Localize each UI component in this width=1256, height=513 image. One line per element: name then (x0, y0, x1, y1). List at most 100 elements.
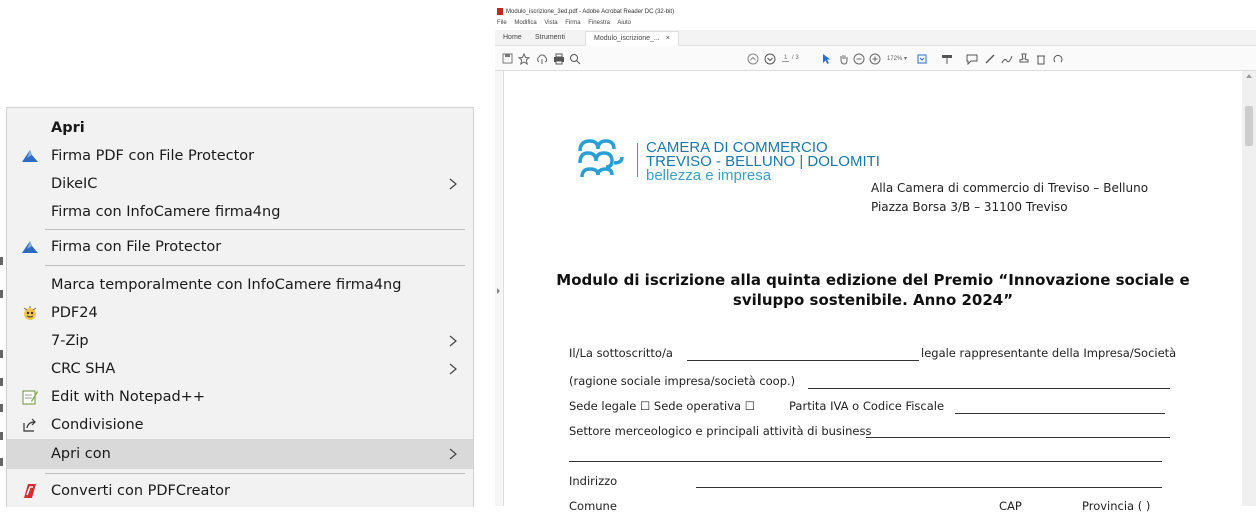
menu-item-label: Firma PDF con File Protector (51, 148, 255, 164)
address-line-2: Piazza Borsa 3/B – 31100 Treviso (871, 200, 1068, 214)
undo-icon[interactable] (1051, 52, 1064, 65)
menu-item-label: Apri (51, 120, 85, 136)
field-label-provincia: Provincia ( ) (1082, 499, 1151, 513)
select-cursor-icon[interactable] (820, 52, 833, 65)
zoom-in-icon[interactable] (868, 52, 881, 65)
camera-commercio-logo-icon (578, 139, 624, 178)
toolbar: 1 / 3 172% ▾ (495, 46, 1256, 71)
page-down-icon[interactable] (763, 52, 776, 65)
acrobat-app-icon (497, 8, 503, 15)
menu-finestra[interactable]: Finestra (588, 20, 610, 26)
hand-tool-icon[interactable] (837, 52, 850, 65)
menu-modifica[interactable]: Modifica (514, 20, 536, 26)
delete-icon[interactable] (1034, 52, 1047, 65)
menu-item-apri-con[interactable]: Apri con (7, 439, 473, 469)
chevron-right-icon (449, 448, 457, 460)
menu-item-firma-infocamere[interactable]: Firma con InfoCamere firma4ng (7, 198, 473, 226)
left-edge-mark (0, 378, 3, 386)
tab-home[interactable]: Home (503, 34, 522, 41)
menu-item-label: Converti con PDFCreator (51, 483, 230, 499)
menu-item-marca-temporale[interactable]: Marca temporalmente con InfoCamere firma… (7, 271, 473, 299)
left-edge-mark (0, 257, 3, 265)
tab-document-label: Modulo_iscrizione_... (594, 35, 660, 42)
menu-item-label: CRC SHA (51, 361, 116, 377)
menu-item-label: DikeIC (51, 176, 98, 192)
menu-item-label: Condivisione (51, 417, 144, 433)
menu-item-pdfcreator[interactable]: Converti con PDFCreator (7, 477, 473, 505)
left-edge-mark (0, 458, 3, 466)
page-up-icon[interactable] (746, 52, 759, 65)
field-line-sottoscritto[interactable] (687, 360, 919, 361)
field-label-indirizzo: Indirizzo (569, 474, 618, 488)
comment-icon[interactable] (965, 52, 978, 65)
share-icon (21, 417, 39, 433)
pdf24-icon (21, 305, 39, 321)
zoom-level-select[interactable]: 172% ▾ (887, 55, 907, 62)
menu-firma[interactable]: Firma (565, 20, 580, 26)
menu-vista[interactable]: Vista (544, 20, 557, 26)
menu-item-pdf24[interactable]: PDF24 (7, 299, 473, 327)
field-label-comune: Comune (569, 499, 617, 513)
expand-arrow-icon (497, 288, 500, 294)
menu-file[interactable]: File (497, 20, 507, 26)
chevron-right-icon (449, 178, 457, 190)
file-protector-icon (21, 239, 39, 255)
scrollbar-thumb[interactable] (1245, 106, 1253, 146)
sign-icon[interactable] (1000, 52, 1013, 65)
menu-item-firma-pdf-file-protector[interactable]: Firma PDF con File Protector (7, 142, 473, 170)
print-icon[interactable] (552, 52, 565, 65)
upload-icon[interactable] (535, 52, 548, 65)
menu-item-label: PDF24 (51, 305, 98, 321)
page-number-input[interactable]: 1 (782, 55, 790, 62)
menu-item-7zip[interactable]: 7-Zip (7, 327, 473, 355)
logo-divider (637, 143, 638, 177)
page-total: / 3 (792, 55, 799, 61)
scroll-mode-icon[interactable] (940, 52, 953, 65)
menu-item-label: Firma con File Protector (51, 239, 222, 255)
star-icon[interactable] (517, 52, 530, 65)
menu-item-crc-sha[interactable]: CRC SHA (7, 355, 473, 383)
menu-item-dikeic[interactable]: DikeIC (7, 170, 473, 198)
window-title: Modulo_iscrizione_3ed.pdf - Adobe Acroba… (506, 9, 675, 16)
menu-bar: File Modifica Vista Firma Finestra Aiuto (497, 20, 637, 26)
field-line-settore[interactable] (866, 437, 1170, 438)
stamp-icon[interactable] (1017, 52, 1030, 65)
menu-item-label: Marca temporalmente con InfoCamere firma… (51, 277, 402, 293)
chevron-right-icon (449, 363, 457, 375)
context-menu: Apri Firma PDF con File Protector DikeIC… (6, 107, 474, 507)
zoom-level-value: 172% (887, 56, 903, 62)
left-edge-mark (0, 432, 3, 440)
save-icon[interactable] (501, 52, 514, 65)
search-icon[interactable] (568, 52, 581, 65)
zoom-out-icon[interactable] (852, 52, 865, 65)
vertical-scrollbar[interactable] (1242, 71, 1256, 506)
scroll-up-arrow-icon[interactable] (1246, 74, 1252, 78)
menu-item-notepad-plus-plus[interactable]: Edit with Notepad++ (7, 383, 473, 411)
field-line-settore-continued[interactable] (569, 461, 1162, 462)
left-edge-mark (0, 290, 3, 298)
field-line-piva[interactable] (955, 413, 1165, 414)
pdfcreator-icon (21, 483, 39, 499)
menu-separator (45, 229, 465, 230)
field-label-legale: legale rappresentante della Impresa/Soci… (921, 346, 1177, 360)
menu-separator (45, 265, 465, 266)
menu-aiuto[interactable]: Aiuto (617, 20, 631, 26)
left-edge-mark (0, 404, 3, 412)
field-line-ragione[interactable] (808, 388, 1170, 389)
menu-item-firma-file-protector[interactable]: Firma con File Protector (7, 233, 473, 261)
tab-close-icon[interactable]: × (666, 35, 670, 42)
highlight-pen-icon[interactable] (983, 52, 996, 65)
field-label-sede: Sede legale ☐ Sede operativa ☐ (569, 399, 756, 413)
document-heading-line-2: sviluppo sostenibile. Anno 2024” (732, 291, 1014, 309)
fit-page-icon[interactable] (915, 52, 928, 65)
field-label-piva: Partita IVA o Codice Fiscale (789, 399, 945, 413)
address-line-1: Alla Camera di commercio di Treviso – Be… (871, 181, 1149, 195)
menu-item-apri[interactable]: Apri (7, 114, 473, 142)
field-line-indirizzo[interactable] (696, 487, 1162, 488)
left-pane-toggle[interactable] (495, 71, 504, 506)
tab-strumenti[interactable]: Strumenti (535, 34, 565, 41)
menu-item-condivisione[interactable]: Condivisione (7, 411, 473, 439)
tab-document[interactable]: Modulo_iscrizione_... × (585, 31, 679, 46)
tab-bar: Home Strumenti Modulo_iscrizione_... × (495, 30, 1256, 46)
menu-separator (45, 473, 465, 474)
